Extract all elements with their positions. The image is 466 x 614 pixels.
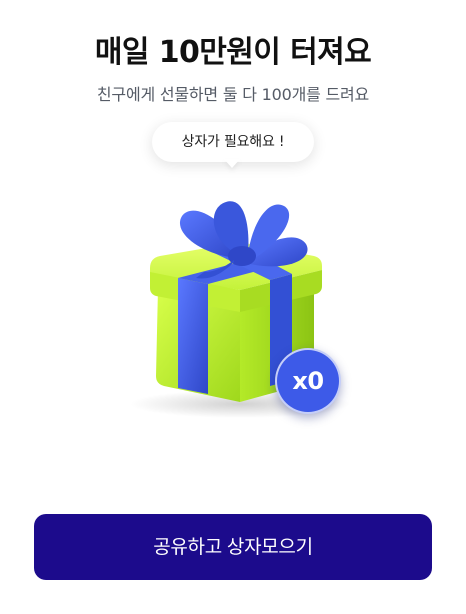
share-collect-button[interactable]: 공유하고 상자모으기 <box>34 514 432 580</box>
gift-count-badge: x0 <box>275 348 341 414</box>
page-subtitle: 친구에게 선물하면 둘 다 100개를 드려요 <box>96 85 370 104</box>
tooltip-tail <box>224 159 240 168</box>
tooltip-bubble: 상자가 필요해요 ! <box>152 122 314 162</box>
page-title: 매일 10만원이 터져요 <box>94 35 372 70</box>
gift-box-icon <box>100 180 380 440</box>
